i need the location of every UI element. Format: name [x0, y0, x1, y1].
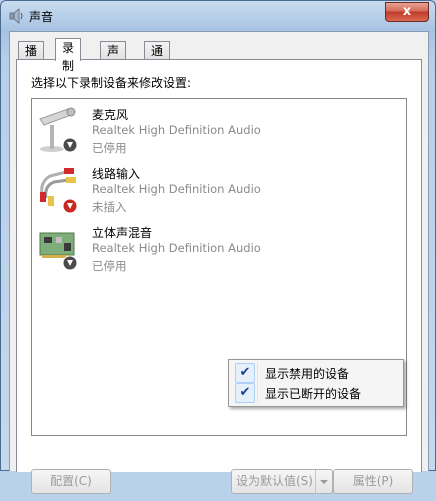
menu-item-show-disconnected[interactable]: ✔ 显示已断开的设备 [231, 382, 399, 403]
context-menu: ✔ 显示禁用的设备 ✔ 显示已断开的设备 [228, 359, 404, 407]
close-icon: x [402, 4, 412, 19]
tab-sounds[interactable]: 声音 [100, 41, 127, 76]
menu-separator [257, 362, 258, 382]
menu-item-label: 显示已断开的设备 [265, 387, 362, 401]
microphone-icon [39, 107, 78, 153]
set-default-label: 设为默认值(S) [236, 474, 313, 488]
tab-playback[interactable]: 播放 [18, 41, 45, 76]
close-button[interactable]: x [385, 2, 429, 22]
set-default-button[interactable]: 设为默认值(S) [231, 469, 333, 494]
tab-recording[interactable]: 录制 [55, 38, 82, 73]
dropdown-arrow-icon[interactable] [315, 470, 332, 493]
rca-cable-icon [40, 168, 78, 214]
sound-dialog-window: 声音 x 播放 录制 声音 通信 选择以下录制设备来修改设置: [0, 0, 436, 494]
properties-button[interactable]: 属性(P) [333, 469, 413, 494]
device-name: 线路输入 [92, 167, 141, 181]
dialog-body: 播放 录制 声音 通信 选择以下录制设备来修改设置: 麦克风 [9, 31, 429, 494]
tab-communications[interactable]: 通信 [144, 41, 171, 76]
menu-item-show-disabled[interactable]: ✔ 显示禁用的设备 [231, 362, 399, 383]
device-item-stereo-mix[interactable]: 立体声混音 Realtek High Definition Audio 已停用 [38, 223, 338, 277]
recording-tab-pane: 选择以下录制设备来修改设置: 麦克风 Realtek High Definiti… [16, 59, 422, 494]
title-bar[interactable]: 声音 x [1, 1, 435, 31]
menu-separator [257, 382, 258, 402]
device-driver: Realtek High Definition Audio [92, 241, 261, 255]
device-list[interactable]: 麦克风 Realtek High Definition Audio 已停用 线路… [31, 98, 407, 436]
device-item-microphone[interactable]: 麦克风 Realtek High Definition Audio 已停用 [38, 105, 338, 159]
device-name: 立体声混音 [92, 226, 153, 240]
menu-item-label: 显示禁用的设备 [265, 367, 350, 381]
device-status: 已停用 [92, 141, 127, 155]
device-status: 已停用 [92, 259, 127, 273]
checkmark-icon: ✔ [235, 363, 255, 383]
device-driver: Realtek High Definition Audio [92, 182, 261, 196]
device-driver: Realtek High Definition Audio [92, 123, 261, 137]
device-item-line-in[interactable]: 线路输入 Realtek High Definition Audio 未插入 [38, 164, 338, 218]
device-name: 麦克风 [92, 108, 129, 122]
speaker-icon [9, 8, 23, 24]
device-status: 未插入 [92, 200, 127, 214]
checkmark-icon: ✔ [235, 383, 255, 403]
instruction-text: 选择以下录制设备来修改设置: [31, 76, 192, 90]
configure-button[interactable]: 配置(C) [31, 469, 111, 494]
sound-card-icon [39, 232, 78, 271]
window-title: 声音 [29, 10, 54, 24]
